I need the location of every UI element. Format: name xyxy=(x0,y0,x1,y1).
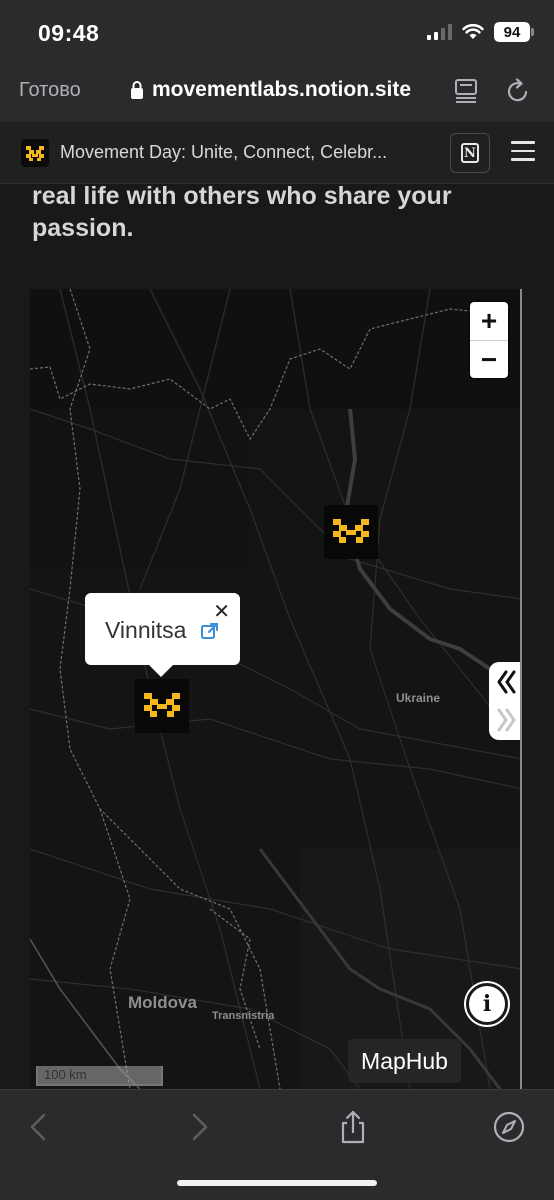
wifi-icon xyxy=(462,24,484,39)
info-icon[interactable]: i xyxy=(466,983,508,1025)
popup-close-button[interactable]: ✕ xyxy=(213,599,230,624)
share-icon[interactable] xyxy=(336,1110,370,1144)
battery-icon: 94 xyxy=(494,22,534,42)
marker-popup: ✕ Vinnitsa xyxy=(85,593,240,677)
browser-address-bar: Готово movementlabs.notion.site xyxy=(0,60,554,122)
maphub-attribution[interactable]: MapHub xyxy=(348,1039,461,1083)
movement-marker-icon xyxy=(333,519,369,543)
sidebar-toggle[interactable] xyxy=(489,662,522,740)
reload-icon[interactable] xyxy=(506,78,530,104)
movement-logo-icon[interactable] xyxy=(21,139,49,167)
forward-icon[interactable] xyxy=(182,1110,216,1144)
map-label-ukraine: Ukraine xyxy=(396,691,441,705)
paragraph-line-2: passion. xyxy=(32,214,134,242)
paragraph-line-1: real life with others who share your xyxy=(32,182,452,210)
done-button[interactable]: Готово xyxy=(19,79,81,102)
zoom-in-button[interactable]: + xyxy=(470,302,508,340)
notion-site-header: Movement Day: Unite, Connect, Celebr... … xyxy=(0,122,554,184)
double-chevron-right-icon[interactable] xyxy=(489,702,522,740)
hamburger-menu-icon[interactable] xyxy=(511,141,535,165)
home-indicator[interactable] xyxy=(177,1180,377,1186)
reader-mode-icon[interactable] xyxy=(454,78,478,104)
popup-title: Vinnitsa xyxy=(105,617,187,643)
compass-icon[interactable] xyxy=(492,1110,526,1144)
page-paragraph: real life with others who share your pas… xyxy=(32,180,532,244)
page-title: Movement Day: Unite, Connect, Celebr... xyxy=(60,142,388,162)
zoom-controls: + − xyxy=(470,302,508,378)
status-time: 09:48 xyxy=(38,20,100,46)
status-icons: 94 xyxy=(427,22,534,42)
map-scale: 100 km xyxy=(36,1066,163,1086)
zoom-out-button[interactable]: − xyxy=(470,340,508,378)
map-label-transnistria: Transnistria xyxy=(212,1010,275,1022)
back-icon[interactable] xyxy=(22,1110,56,1144)
map-label-moldova: Moldova xyxy=(128,993,197,1012)
cellular-signal-icon xyxy=(427,24,452,40)
map-marker-kyiv[interactable] xyxy=(324,505,378,559)
status-bar: 09:48 94 xyxy=(0,0,554,60)
map-basemap xyxy=(30,289,520,1089)
embedded-map[interactable]: + − ✕ Vinnitsa Ukraine Moldova Transnist… xyxy=(30,289,522,1089)
open-in-notion-button[interactable]: N xyxy=(450,133,490,173)
url-field[interactable]: movementlabs.notion.site xyxy=(130,78,411,102)
notion-icon: N xyxy=(461,143,479,163)
lock-icon xyxy=(131,81,143,99)
map-marker-vinnitsa[interactable] xyxy=(135,679,189,733)
double-chevron-left-icon[interactable] xyxy=(489,662,522,702)
screen: 09:48 94 Готово movementlabs.notion.site xyxy=(0,0,554,1200)
external-link-icon[interactable] xyxy=(201,622,219,640)
url-text: movementlabs.notion.site xyxy=(152,78,412,101)
movement-marker-icon xyxy=(144,693,180,717)
